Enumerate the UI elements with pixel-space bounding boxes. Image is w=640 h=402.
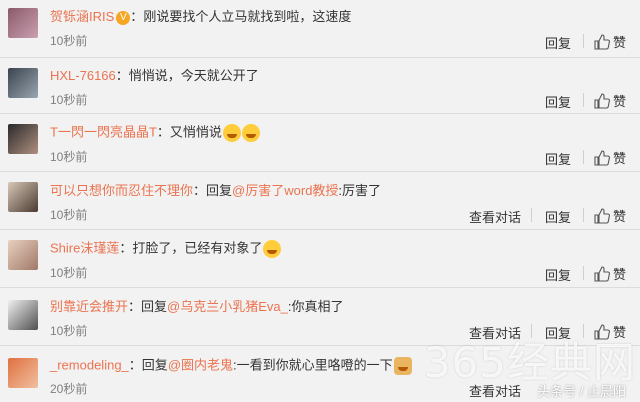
like-label: 赞 xyxy=(613,151,627,166)
thumbs-up-icon xyxy=(594,33,610,50)
avatar[interactable] xyxy=(8,124,38,154)
avatar[interactable] xyxy=(8,8,38,38)
divider xyxy=(583,34,584,48)
avatar[interactable] xyxy=(8,300,38,330)
thumbs-up-icon xyxy=(594,149,610,166)
username-link[interactable]: 贺铄涵IRIS xyxy=(50,9,114,24)
verified-badge-icon: V xyxy=(116,10,131,25)
divider xyxy=(583,93,584,107)
timestamp: 10秒前 xyxy=(50,34,88,48)
source-caption: 头条号 / 止晨阳 xyxy=(537,384,626,399)
reply-button[interactable]: 回复 xyxy=(545,33,571,52)
mention-link[interactable]: @厉害了word教授 xyxy=(232,183,338,198)
timestamp: 10秒前 xyxy=(50,324,88,338)
like-button[interactable]: 赞 xyxy=(594,264,626,283)
colon: ： xyxy=(128,357,142,373)
comment-text: :一看到你就心里咯噔的一下 xyxy=(233,357,393,373)
colon: ： xyxy=(115,68,129,83)
thumbs-up-icon xyxy=(594,265,610,282)
comment-text: 刚说要找个人立马就找到啦，这速度 xyxy=(143,9,352,24)
like-button[interactable]: 赞 xyxy=(594,32,626,51)
comment-item: Shire沫瑾莲：打脸了，已经有对象了 10秒前 回复 赞 xyxy=(0,230,640,288)
laugh-cry-emoji-icon xyxy=(241,124,260,142)
comment-list: 贺铄涵IRIS V ：刚说要找个人立马就找到啦，这速度 10秒前 回复 赞 HXL-… xyxy=(0,0,640,402)
divider xyxy=(583,208,584,222)
laugh-cry-emoji-icon xyxy=(222,124,241,142)
avatar[interactable] xyxy=(8,358,38,388)
like-label: 赞 xyxy=(613,209,627,224)
dog-emoji-icon xyxy=(393,357,412,375)
colon: ： xyxy=(156,124,170,140)
username-link[interactable]: Shire沫瑾莲 xyxy=(50,240,119,255)
reply-button[interactable]: 回复 xyxy=(545,207,571,226)
comment-item: T一閃一閃亮晶晶T：又悄悄说 10秒前 回复 赞 xyxy=(0,114,640,172)
mention-link[interactable]: @圈内老鬼 xyxy=(168,357,233,372)
comment-item: HXL-76166：悄悄说，今天就公开了 10秒前 回复 赞 xyxy=(0,58,640,114)
timestamp: 20秒前 xyxy=(50,382,88,396)
username-link[interactable]: 可以只想你而忍住不理你 xyxy=(50,183,193,198)
username-link[interactable]: _remodeling_ xyxy=(50,357,129,372)
thumbs-up-icon xyxy=(594,207,610,224)
comment-text: 悄悄说，今天就公开了 xyxy=(128,68,259,83)
comment-item: 贺铄涵IRIS V ：刚说要找个人立马就找到啦，这速度 10秒前 回复 赞 xyxy=(0,0,640,58)
username-link[interactable]: HXL-76166 xyxy=(50,68,116,83)
like-label: 赞 xyxy=(613,94,627,109)
like-button[interactable]: 赞 xyxy=(594,148,626,167)
reply-prefix: 回复 xyxy=(141,299,168,314)
emoji-icon xyxy=(263,240,282,258)
comment-text: :你真相了 xyxy=(287,299,344,314)
avatar[interactable] xyxy=(8,68,38,98)
colon: ： xyxy=(130,9,144,24)
colon: ： xyxy=(119,240,133,256)
divider xyxy=(531,208,532,222)
thumbs-up-icon xyxy=(594,92,610,109)
reply-button[interactable]: 回复 xyxy=(545,265,571,284)
username-link[interactable]: 别靠近会推开 xyxy=(50,299,128,314)
timestamp: 10秒前 xyxy=(50,266,88,280)
username-link[interactable]: T一閃一閃亮晶晶T xyxy=(50,124,157,139)
mention-link[interactable]: @乌克兰小乳猪Eva_ xyxy=(167,299,288,314)
reply-button[interactable]: 回复 xyxy=(545,149,571,168)
reply-prefix: 回复 xyxy=(141,357,168,373)
reply-button[interactable]: 回复 xyxy=(545,92,571,111)
divider xyxy=(583,150,584,164)
colon: ： xyxy=(193,183,207,198)
timestamp: 10秒前 xyxy=(50,150,88,164)
avatar[interactable] xyxy=(8,182,38,212)
reply-prefix: 回复 xyxy=(206,183,233,198)
comment-text: 打脸了，已经有对象了 xyxy=(132,240,263,256)
timestamp: 10秒前 xyxy=(50,208,88,222)
comment-text: 又悄悄说 xyxy=(169,124,222,140)
view-dialog-button[interactable]: 查看对话 xyxy=(469,207,521,226)
like-label: 赞 xyxy=(613,35,627,50)
comment-item: 可以只想你而忍住不理你：回复@厉害了word教授:厉害了 10秒前 查看对话 回… xyxy=(0,172,640,230)
like-button[interactable]: 赞 xyxy=(594,91,626,110)
divider xyxy=(583,266,584,280)
timestamp: 10秒前 xyxy=(50,93,88,107)
like-button[interactable]: 赞 xyxy=(594,206,626,225)
comment-text: :厉害了 xyxy=(338,183,382,198)
like-label: 赞 xyxy=(613,267,627,282)
avatar[interactable] xyxy=(8,240,38,270)
colon: ： xyxy=(128,299,142,314)
